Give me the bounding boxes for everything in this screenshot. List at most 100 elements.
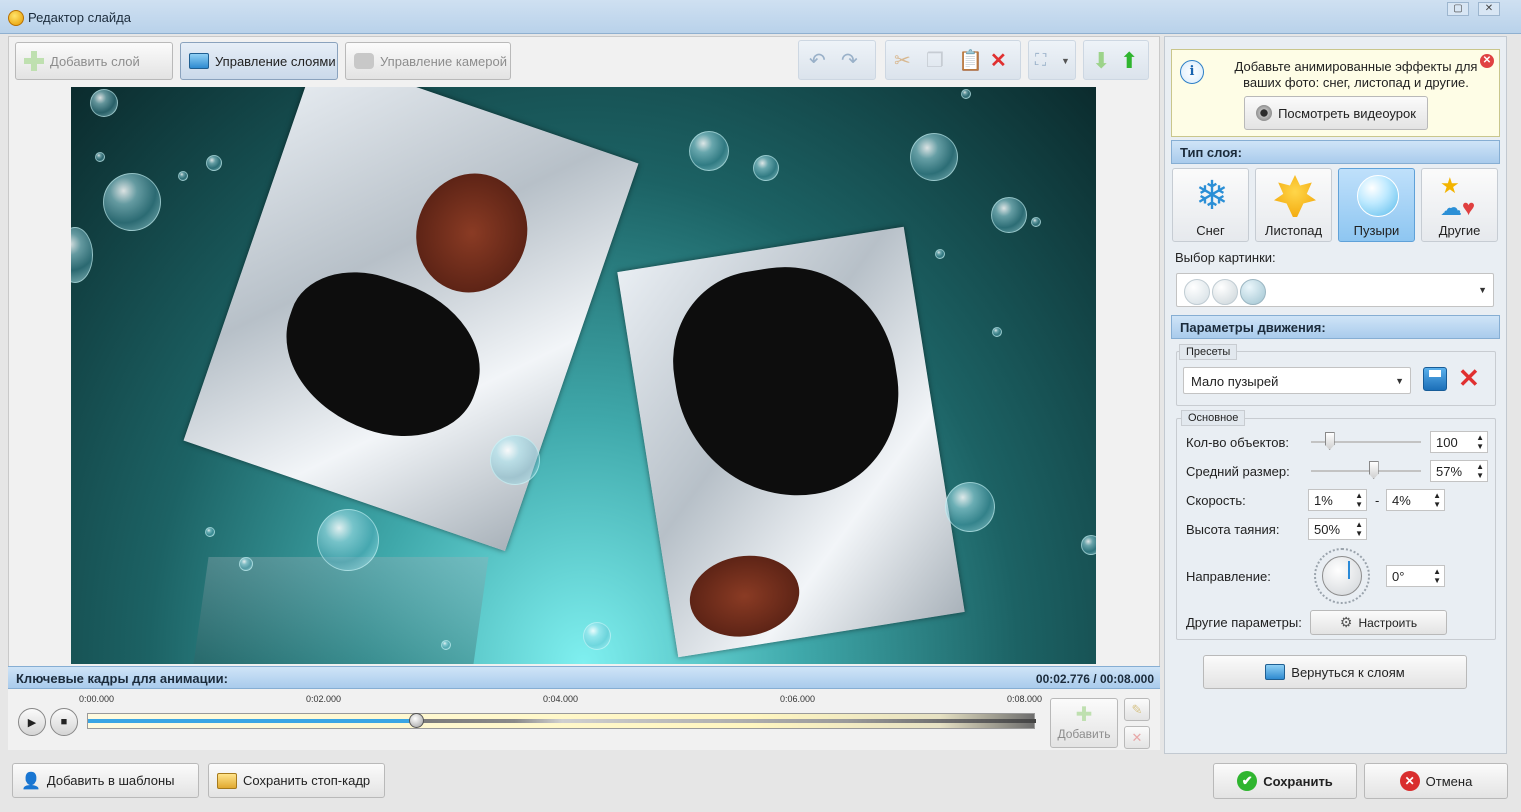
spin-arrows[interactable]: ▲ ▼ <box>1476 433 1484 451</box>
motion-header: Параметры движения: <box>1171 315 1500 339</box>
direction-input[interactable]: 0° ▲ ▼ <box>1386 565 1445 587</box>
paste-icon[interactable]: 📋 <box>958 51 983 71</box>
tick-label: 0:08.000 <box>1007 694 1043 704</box>
cancel-icon: ✕ <box>1399 771 1420 791</box>
tile-leaves[interactable]: Листопад <box>1255 168 1332 242</box>
slide-canvas[interactable] <box>71 87 1096 664</box>
manage-camera-label: Управление камерой <box>380 53 507 69</box>
preset-value: Мало пузырей <box>1191 374 1279 389</box>
photo-left[interactable] <box>183 87 639 552</box>
bubble <box>441 640 451 650</box>
bubble <box>992 327 1002 337</box>
fit-screen-icon[interactable]: ⛶ <box>1035 51 1046 71</box>
photo-right[interactable] <box>617 226 965 658</box>
spin-arrows[interactable]: ▲ ▼ <box>1433 491 1441 509</box>
maximize-icon[interactable]: ▢ <box>1447 2 1469 16</box>
bubble-thumb <box>1212 279 1238 305</box>
tile-other[interactable]: ★ ☁♥ Другие <box>1421 168 1498 242</box>
manage-camera-button[interactable]: Управление камерой <box>345 42 511 80</box>
timeline-handle[interactable] <box>408 713 424 728</box>
count-input[interactable]: 100 ▲ ▼ <box>1430 431 1488 453</box>
bubble <box>991 197 1027 233</box>
chevron-down-icon: ▼ <box>1395 376 1404 386</box>
save-preset-icon[interactable] <box>1423 367 1447 391</box>
copy-icon[interactable]: ❐ <box>926 51 944 71</box>
bubble <box>961 89 971 99</box>
tick-label: 0:00.000 <box>79 694 115 704</box>
delete-keyframe-button[interactable]: ✕ <box>1124 726 1150 749</box>
dress-shape <box>659 251 914 513</box>
size-input[interactable]: 57% ▲ ▼ <box>1430 460 1488 482</box>
edit-keyframe-button[interactable]: ✎ <box>1124 698 1150 721</box>
close-icon[interactable]: ✕ <box>1478 2 1500 16</box>
play-button[interactable]: ▶ <box>18 708 46 736</box>
layers-icon <box>1265 664 1286 680</box>
picture-label: Выбор картинки: <box>1175 250 1276 265</box>
direction-value: 0° <box>1392 569 1405 584</box>
tile-label: Листопад <box>1264 223 1323 238</box>
tile-snow[interactable]: ❄ Снег <box>1172 168 1249 242</box>
cancel-label: Отмена <box>1425 773 1473 789</box>
timeline-track[interactable] <box>87 713 1036 729</box>
save-frame-button[interactable]: Сохранить стоп-кадр <box>208 763 385 798</box>
move-down-icon[interactable]: ⬇ <box>1092 50 1110 72</box>
check-icon: ✔ <box>1237 771 1258 791</box>
other-params-label: Другие параметры: <box>1186 615 1302 630</box>
size-slider[interactable] <box>1311 470 1421 472</box>
move-up-icon[interactable]: ⬆ <box>1120 50 1138 72</box>
delete-preset-icon[interactable]: ✕ <box>1458 364 1480 392</box>
delete-icon[interactable]: ✕ <box>990 51 1007 71</box>
basic-caption: Основное <box>1181 410 1246 426</box>
spin-arrows[interactable]: ▲ ▼ <box>1355 491 1363 509</box>
watch-video-label: Посмотреть видеоурок <box>1278 105 1416 121</box>
back-to-layers-label: Вернуться к слоям <box>1291 664 1405 680</box>
watch-video-button[interactable]: Посмотреть видеоурок <box>1244 96 1428 130</box>
configure-label: Настроить <box>1358 615 1418 630</box>
bubble <box>178 171 188 181</box>
dial-knob[interactable] <box>1322 556 1362 596</box>
manage-layers-button[interactable]: Управление слоями <box>180 42 338 80</box>
save-button[interactable]: ✔ Сохранить <box>1213 763 1357 799</box>
speed-min-value: 1% <box>1314 493 1333 508</box>
melt-input[interactable]: 50% ▲ ▼ <box>1308 518 1367 540</box>
bubble <box>95 152 105 162</box>
direction-dial[interactable] <box>1314 548 1370 604</box>
tile-bubbles[interactable]: Пузыри <box>1338 168 1415 242</box>
manage-layers-label: Управление слоями <box>215 53 336 69</box>
layer-type-header: Тип слоя: <box>1171 140 1500 164</box>
configure-button[interactable]: ⚙ Настроить <box>1310 610 1447 635</box>
speed-min-input[interactable]: 1% ▲ ▼ <box>1308 489 1367 511</box>
speed-max-input[interactable]: 4% ▲ ▼ <box>1386 489 1445 511</box>
chevron-down-icon[interactable]: ▼ <box>1061 51 1070 71</box>
add-keyframe-button[interactable]: ✚ Добавить <box>1050 698 1118 748</box>
save-frame-label: Сохранить стоп-кадр <box>243 773 371 788</box>
spin-arrows[interactable]: ▲ ▼ <box>1476 462 1484 480</box>
back-to-layers-button[interactable]: Вернуться к слоям <box>1203 655 1467 689</box>
speed-max-value: 4% <box>1392 493 1411 508</box>
close-hint-icon[interactable]: ✕ <box>1480 54 1494 68</box>
bubble <box>490 435 540 485</box>
picture-select[interactable]: ▼ <box>1176 273 1494 307</box>
add-to-templates-button[interactable]: 👤 Добавить в шаблоны <box>12 763 199 798</box>
add-keyframe-label: Добавить <box>1057 727 1111 741</box>
tick-label: 0:04.000 <box>543 694 579 704</box>
stop-button[interactable]: ■ <box>50 708 78 736</box>
redo-icon[interactable]: ↷ <box>841 51 858 71</box>
title-bar: Редактор слайда ▢ ✕ <box>0 0 1521 34</box>
cut-icon[interactable]: ✂ <box>894 51 911 71</box>
spin-arrows[interactable]: ▲ ▼ <box>1355 520 1363 538</box>
snowflake-icon: ❄ <box>1195 174 1229 218</box>
undo-icon[interactable]: ↶ <box>809 51 826 71</box>
preset-select[interactable]: Мало пузырей ▼ <box>1183 367 1411 394</box>
spin-arrows[interactable]: ▲ ▼ <box>1433 567 1441 585</box>
plus-icon: ✚ <box>1075 704 1093 726</box>
cancel-button[interactable]: ✕ Отмена <box>1364 763 1508 799</box>
presets-caption: Пресеты <box>1179 344 1238 360</box>
tile-label: Пузыри <box>1353 223 1400 238</box>
add-layer-button[interactable]: Добавить слой <box>15 42 173 80</box>
add-layer-label: Добавить слой <box>50 53 140 69</box>
bubble <box>910 133 958 181</box>
bubble-thumb <box>1240 279 1266 305</box>
save-label: Сохранить <box>1263 773 1333 789</box>
tile-label: Другие <box>1438 223 1481 238</box>
